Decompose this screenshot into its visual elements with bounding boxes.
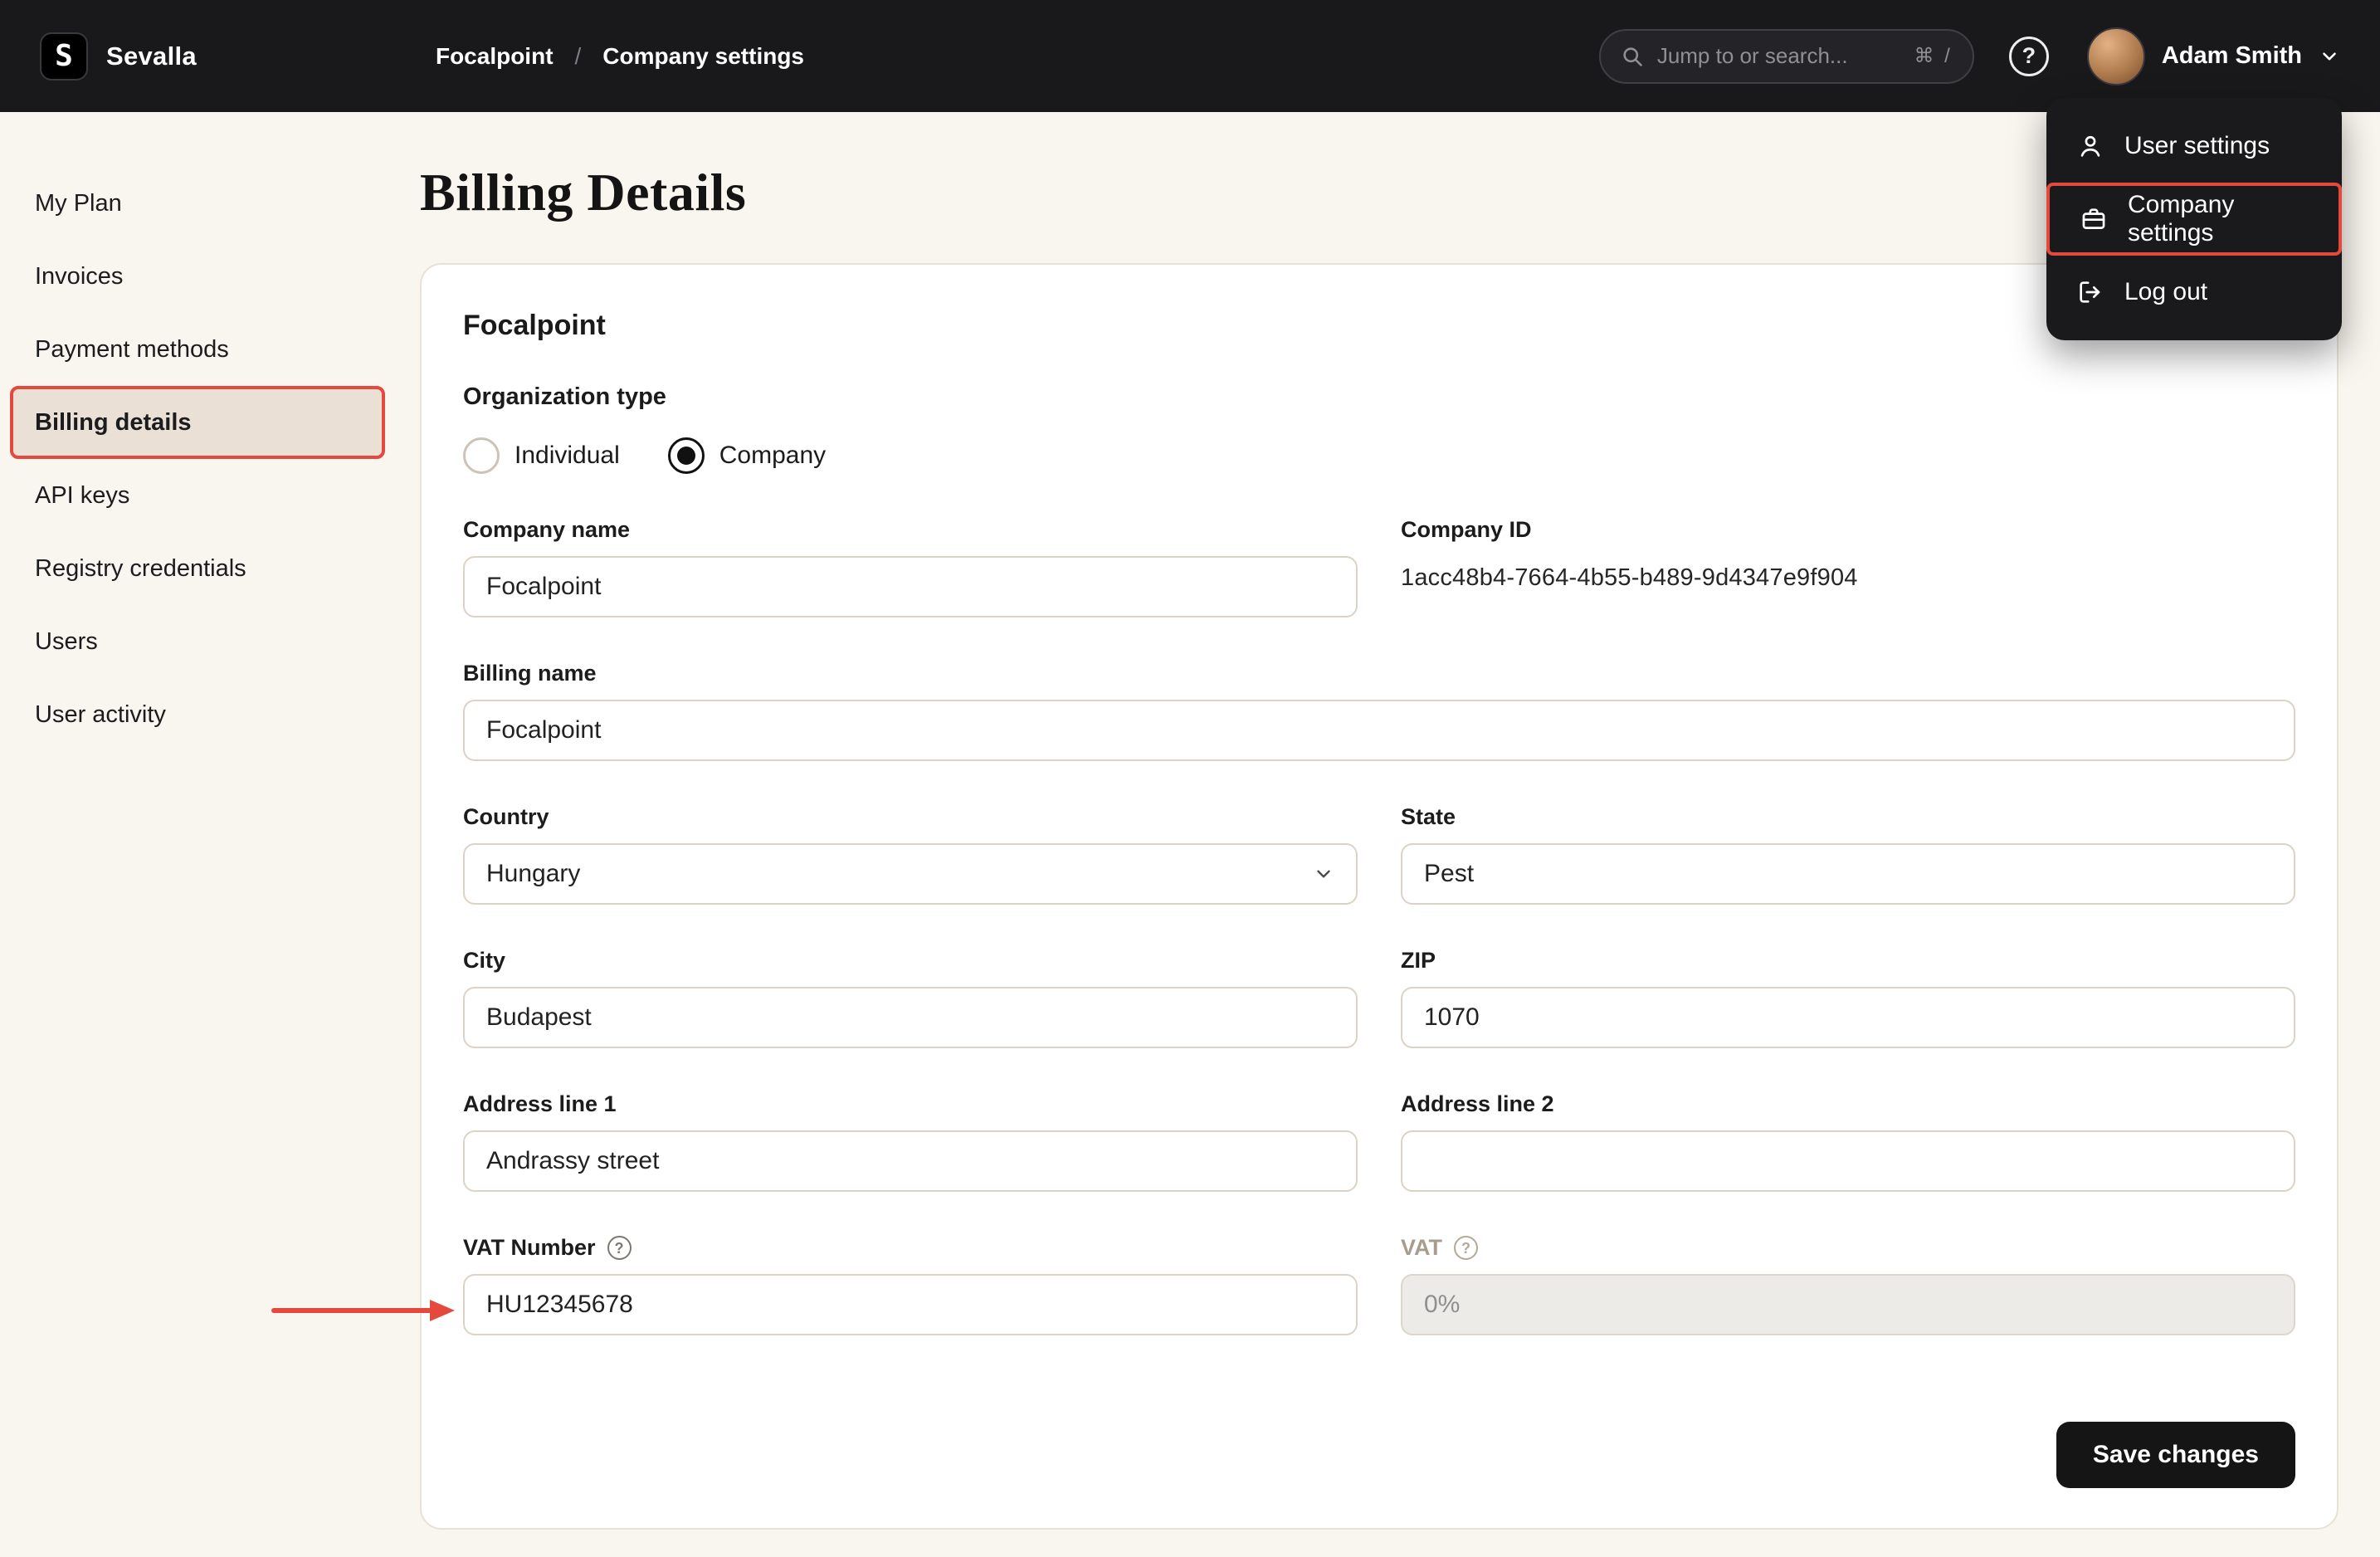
city-label: City — [463, 948, 506, 973]
sevalla-logo-icon: S — [40, 32, 88, 81]
help-button[interactable]: ? — [2008, 36, 2049, 76]
annotation-arrow — [271, 1296, 456, 1330]
brand-name: Sevalla — [106, 41, 197, 71]
menu-item-company-settings[interactable]: Company settings — [2046, 183, 2342, 256]
chevron-down-icon — [2319, 46, 2340, 67]
settings-sidebar: My Plan Invoices Payment methods Billing… — [0, 112, 395, 1557]
zip-label: ZIP — [1401, 948, 1436, 973]
company-name-label: Company name — [463, 517, 631, 542]
briefcase-icon — [2080, 205, 2108, 233]
organization-type-group: Individual Company — [463, 437, 2295, 474]
menu-item-label: Log out — [2124, 278, 2208, 305]
breadcrumb-page[interactable]: Company settings — [602, 43, 804, 70]
sidebar-item-api-keys[interactable]: API keys — [10, 459, 385, 532]
sidebar-item-my-plan[interactable]: My Plan — [10, 167, 385, 240]
breadcrumb: Focalpoint / Company settings — [436, 43, 804, 70]
billing-name-input[interactable] — [463, 700, 2295, 761]
city-input[interactable] — [463, 987, 1358, 1048]
field-city: City — [463, 948, 1358, 1048]
field-zip: ZIP — [1401, 948, 2295, 1048]
search-input[interactable] — [1656, 43, 1901, 69]
breadcrumb-project[interactable]: Focalpoint — [436, 43, 554, 70]
search-shortcut-badge: ⌘ / — [1914, 45, 1953, 67]
save-changes-button[interactable]: Save changes — [2056, 1422, 2295, 1488]
address-line-2-label: Address line 2 — [1401, 1091, 1554, 1116]
radio-individual[interactable]: Individual — [463, 437, 620, 474]
radio-label: Individual — [515, 442, 620, 469]
company-id-label: Company ID — [1401, 517, 1532, 542]
user-name: Adam Smith — [2161, 42, 2302, 69]
user-icon — [2076, 132, 2104, 160]
sidebar-item-payment-methods[interactable]: Payment methods — [10, 313, 385, 386]
menu-item-user-settings[interactable]: User settings — [2058, 110, 2330, 183]
vat-input — [1401, 1274, 2295, 1335]
radio-company[interactable]: Company — [667, 437, 827, 474]
radio-circle-company[interactable] — [667, 437, 705, 474]
address-line-1-label: Address line 1 — [463, 1091, 617, 1116]
user-menu-trigger[interactable]: Adam Smith — [2086, 27, 2340, 85]
avatar — [2086, 27, 2145, 85]
state-input[interactable] — [1401, 843, 2295, 905]
country-label: Country — [463, 804, 549, 829]
organization-type-label: Organization type — [463, 383, 666, 410]
global-search[interactable]: ⌘ / — [1598, 28, 1974, 84]
logout-icon — [2076, 278, 2104, 306]
state-label: State — [1401, 804, 1456, 829]
field-vat-number: VAT Number ? — [463, 1235, 1358, 1335]
chevron-down-icon — [1313, 863, 1334, 885]
sidebar-item-user-activity[interactable]: User activity — [10, 678, 385, 751]
vat-label-text: VAT — [1401, 1235, 1442, 1260]
field-country: Country Hungary — [463, 804, 1358, 905]
field-address-line-1: Address line 1 — [463, 1091, 1358, 1192]
radio-circle-individual[interactable] — [463, 437, 500, 474]
address-line-1-input[interactable] — [463, 1130, 1358, 1192]
field-company-id: Company ID 1acc48b4-7664-4b55-b489-9d434… — [1401, 517, 2295, 617]
user-dropdown-menu: User settings Company settings Log out — [2046, 98, 2342, 340]
sidebar-item-invoices[interactable]: Invoices — [10, 240, 385, 313]
menu-item-log-out[interactable]: Log out — [2058, 256, 2330, 329]
topbar: S Sevalla Focalpoint / Company settings … — [0, 0, 2380, 112]
company-title: Focalpoint — [463, 310, 606, 341]
address-line-2-input[interactable] — [1401, 1130, 2295, 1192]
brand[interactable]: S Sevalla — [40, 32, 197, 81]
billing-name-label: Billing name — [463, 661, 597, 686]
sidebar-item-billing-details[interactable]: Billing details — [10, 386, 385, 459]
search-icon — [1621, 45, 1644, 68]
sidebar-item-users[interactable]: Users — [10, 605, 385, 678]
menu-item-label: User settings — [2124, 132, 2270, 159]
field-billing-name: Billing name — [463, 661, 2295, 761]
vat-help-icon[interactable]: ? — [1454, 1236, 1478, 1260]
vat-label: VAT ? — [1401, 1235, 2295, 1261]
vat-number-label-text: VAT Number — [463, 1235, 596, 1260]
zip-input[interactable] — [1401, 987, 2295, 1048]
field-vat: VAT ? — [1401, 1235, 2295, 1335]
vat-number-help-icon[interactable]: ? — [607, 1236, 632, 1260]
vat-number-input[interactable] — [463, 1274, 1358, 1335]
menu-item-label: Company settings — [2128, 191, 2235, 246]
country-selected-value: Hungary — [486, 860, 581, 887]
billing-details-card: Focalpoint Organization type Individual … — [420, 263, 2339, 1530]
breadcrumb-separator: / — [574, 42, 582, 69]
radio-label: Company — [719, 442, 827, 469]
country-select[interactable]: Hungary — [463, 843, 1358, 905]
company-id-value: 1acc48b4-7664-4b55-b489-9d4347e9f904 — [1401, 564, 1858, 591]
vat-number-label: VAT Number ? — [463, 1235, 1358, 1261]
field-address-line-2: Address line 2 — [1401, 1091, 2295, 1192]
field-state: State — [1401, 804, 2295, 905]
field-company-name: Company name — [463, 517, 1358, 617]
company-name-input[interactable] — [463, 556, 1358, 617]
sidebar-item-registry-credentials[interactable]: Registry credentials — [10, 532, 385, 605]
